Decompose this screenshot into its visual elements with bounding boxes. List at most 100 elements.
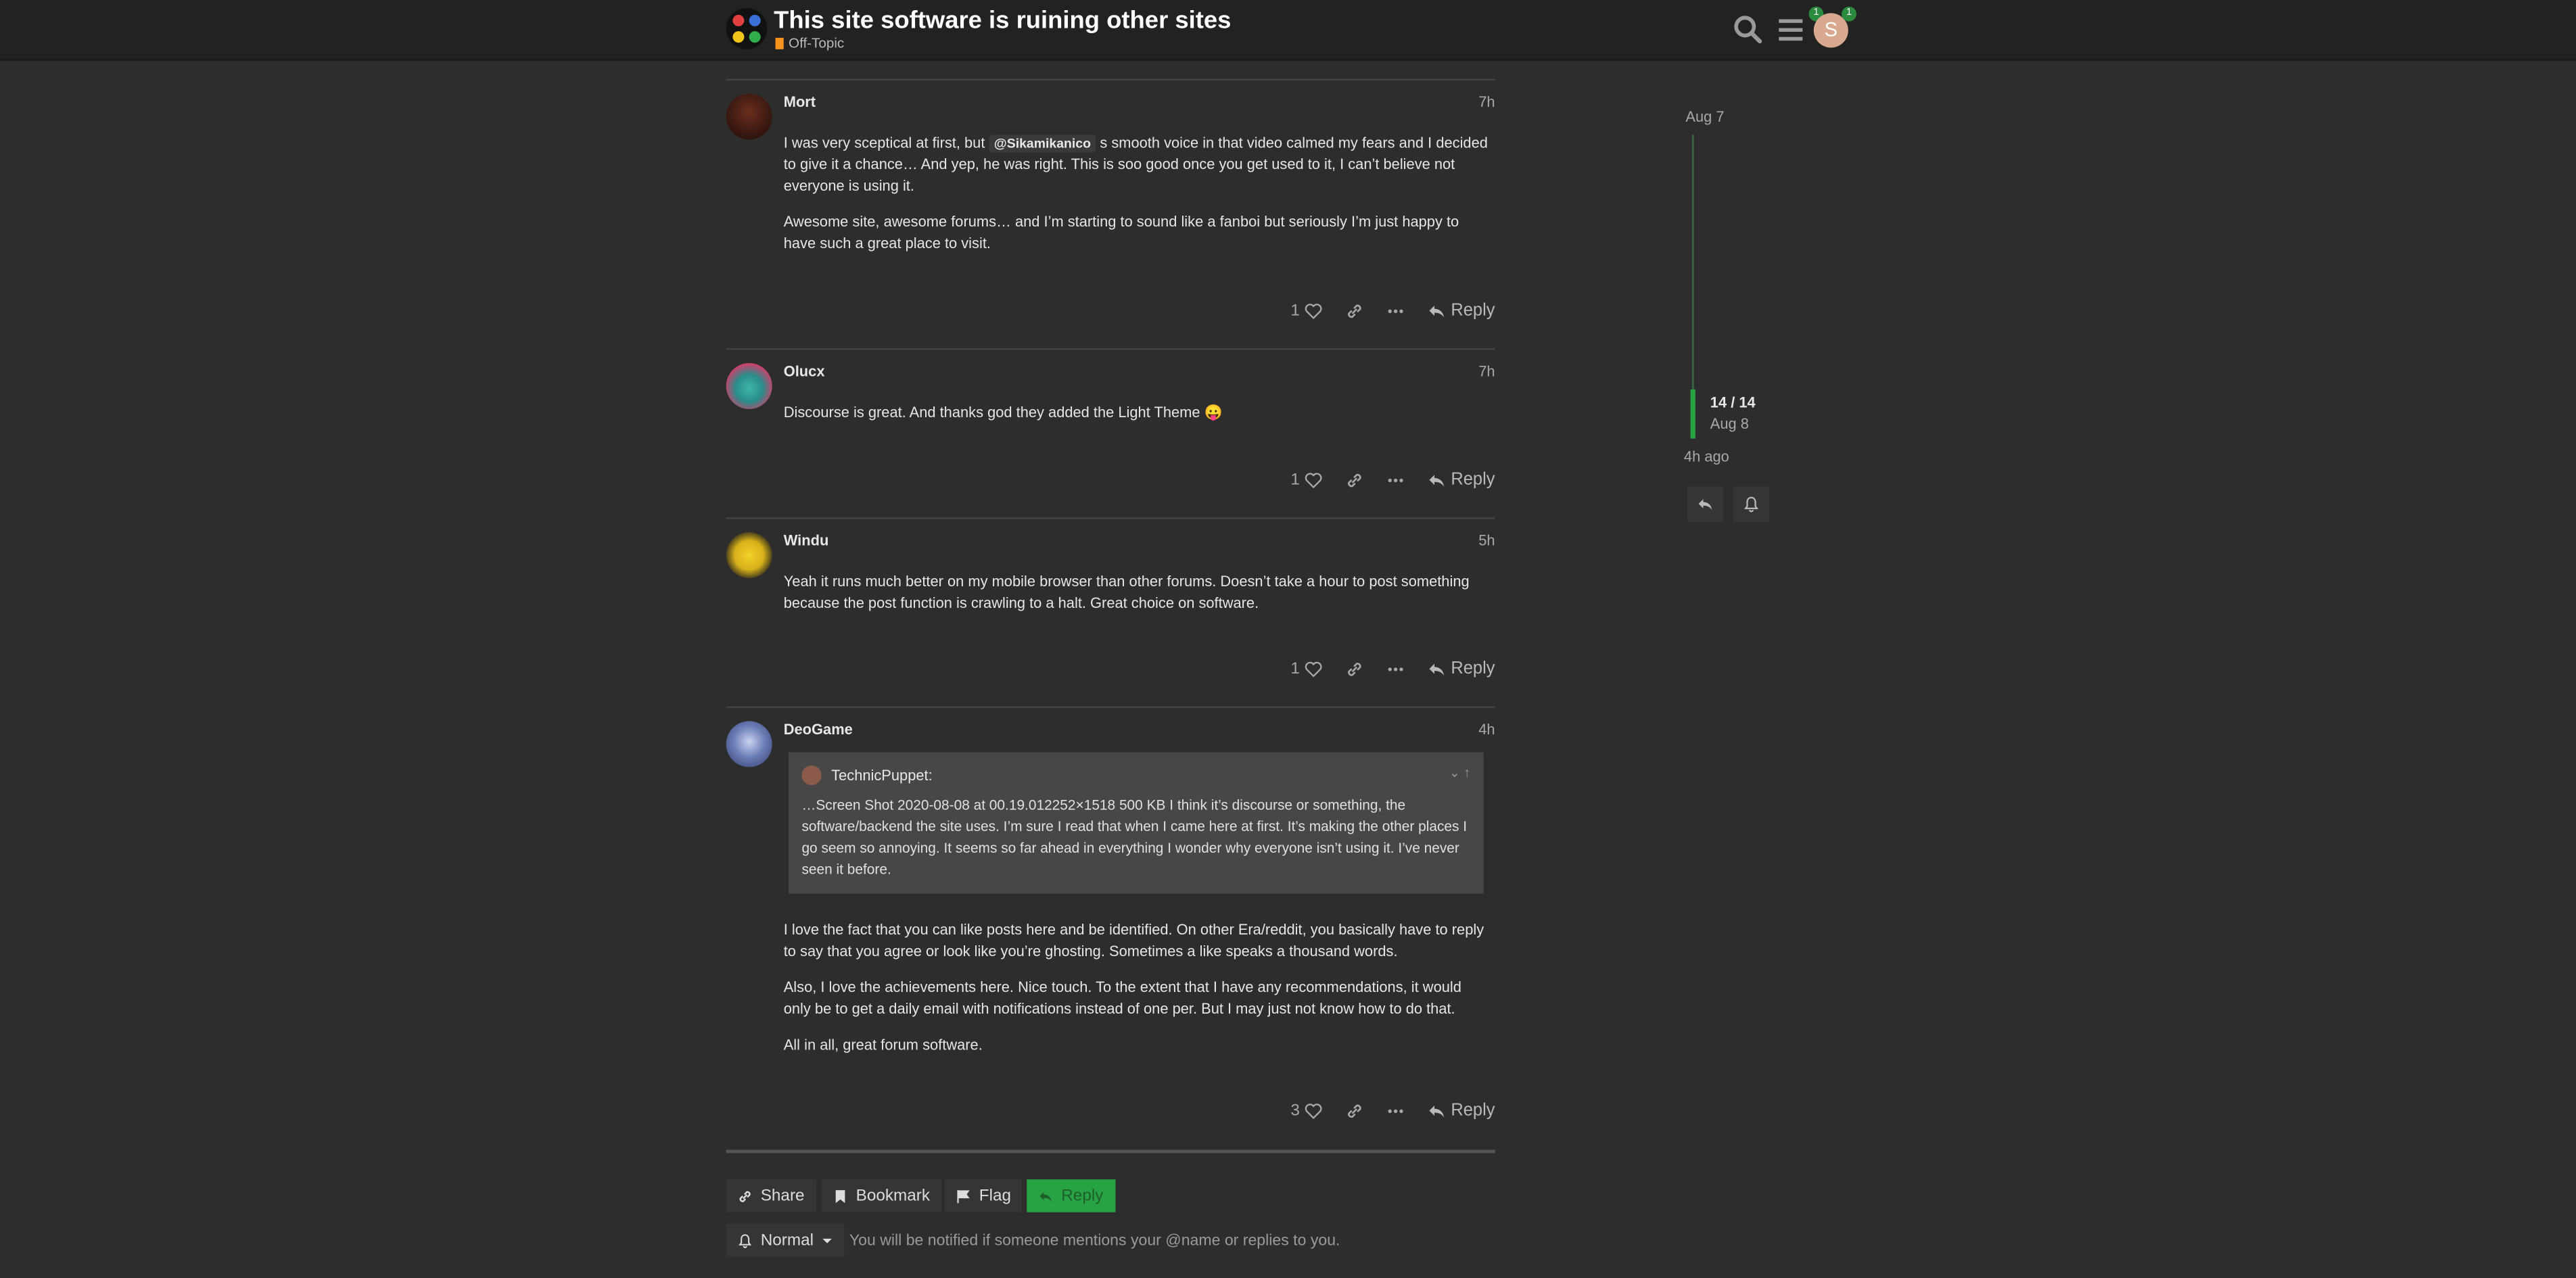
- reply-label: Reply: [1451, 1100, 1495, 1120]
- divider: [726, 78, 1495, 81]
- tongue-emoji: 😛: [1204, 404, 1223, 421]
- post-username[interactable]: Mort: [784, 93, 816, 110]
- post-username[interactable]: Olucx: [784, 363, 825, 379]
- site-header: This site software is ruining other site…: [0, 0, 2576, 61]
- timeline-start-date[interactable]: Aug 7: [1685, 108, 1724, 124]
- post: Olucx 7h Discourse is great. And thanks …: [726, 362, 1495, 511]
- timeline-reply-button[interactable]: [1687, 486, 1724, 523]
- like-button[interactable]: 1: [1290, 659, 1323, 678]
- reply-button[interactable]: Reply: [1428, 301, 1495, 321]
- reply-button[interactable]: Reply: [1428, 1101, 1495, 1120]
- topic-reply-button[interactable]: Reply: [1027, 1179, 1115, 1212]
- reply-label: Reply: [1451, 300, 1495, 321]
- category-label: Off-Topic: [789, 34, 845, 51]
- more-options-button[interactable]: [1387, 302, 1405, 320]
- notification-level-label: Normal: [760, 1231, 814, 1250]
- hamburger-menu-icon[interactable]: [1776, 15, 1806, 45]
- post-username[interactable]: DeoGame: [784, 721, 853, 737]
- ellipsis-icon: [1388, 1108, 1403, 1112]
- post-date[interactable]: 7h: [1478, 93, 1495, 110]
- like-button[interactable]: 1: [1290, 301, 1323, 320]
- search-icon[interactable]: [1733, 15, 1763, 45]
- notification-level-dropdown[interactable]: Normal: [726, 1223, 845, 1257]
- copy-link-button[interactable]: [1346, 302, 1364, 320]
- post-paragraph: I love the fact that you can like posts …: [783, 921, 1484, 960]
- post-body: Discourse is great. And thanks god they …: [784, 402, 1491, 438]
- reply-icon: [1698, 499, 1712, 511]
- share-button[interactable]: Share: [726, 1179, 816, 1212]
- post-date[interactable]: 4h: [1478, 721, 1495, 737]
- post-paragraph: All in all, great forum software.: [783, 1036, 983, 1054]
- more-options-button[interactable]: [1387, 1102, 1405, 1120]
- site-logo[interactable]: [726, 8, 768, 49]
- bell-icon: [1743, 496, 1759, 513]
- like-count: 1: [1290, 659, 1300, 678]
- post-paragraph: Yeah it runs much better on my mobile br…: [783, 573, 1470, 611]
- ellipsis-icon: [1388, 667, 1403, 671]
- reply-label: Reply: [1061, 1187, 1104, 1205]
- user-notification-badge: 1: [1842, 6, 1856, 22]
- post-text: Discourse is great. And thanks god they …: [783, 404, 1200, 421]
- quoted-post[interactable]: TechnicPuppet: ⌄ ↑ …Screen Shot 2020-08-…: [789, 752, 1484, 894]
- reply-icon: [1039, 1191, 1052, 1201]
- reply-label: Reply: [1451, 659, 1495, 679]
- bookmark-icon: [835, 1189, 845, 1203]
- category-color-swatch: [775, 37, 784, 49]
- avatar[interactable]: [726, 93, 772, 140]
- post-username[interactable]: Windu: [784, 532, 829, 548]
- quote-author: TechnicPuppet:: [831, 767, 933, 784]
- divider: [726, 517, 1495, 519]
- more-options-button[interactable]: [1387, 659, 1405, 678]
- avatar[interactable]: [726, 362, 772, 409]
- bookmark-label: Bookmark: [856, 1187, 930, 1205]
- timeline-notification-button[interactable]: [1733, 486, 1770, 523]
- divider: [726, 706, 1495, 708]
- link-icon: [1348, 304, 1361, 317]
- like-count: 1: [1290, 470, 1300, 489]
- link-icon: [739, 1190, 751, 1202]
- reply-icon: [1429, 473, 1445, 486]
- post-date[interactable]: 7h: [1478, 363, 1495, 379]
- reply-button[interactable]: Reply: [1428, 470, 1495, 490]
- post-paragraph: Awesome site, awesome forums… and I’m st…: [783, 213, 1459, 252]
- avatar[interactable]: [726, 532, 772, 579]
- divider: [726, 348, 1495, 350]
- timeline-scroll-track[interactable]: [1692, 135, 1694, 389]
- post-actions: 1 Reply: [1267, 301, 1495, 321]
- heart-icon: [1305, 472, 1322, 488]
- copy-link-button[interactable]: [1346, 471, 1364, 489]
- copy-link-button[interactable]: [1346, 1102, 1364, 1120]
- post-actions: 1 Reply: [1267, 659, 1495, 678]
- like-button[interactable]: 1: [1290, 471, 1323, 489]
- ellipsis-icon: [1388, 308, 1403, 312]
- user-mention[interactable]: @Sikamikanico: [989, 135, 1096, 153]
- bell-icon: [739, 1233, 752, 1248]
- copy-link-button[interactable]: [1346, 659, 1364, 678]
- caret-down-icon: [822, 1237, 833, 1243]
- quote-controls[interactable]: ⌄ ↑: [1449, 765, 1470, 780]
- timeline-last-activity[interactable]: 4h ago: [1684, 448, 1729, 465]
- more-options-button[interactable]: [1387, 471, 1405, 489]
- avatar[interactable]: [726, 721, 772, 767]
- timeline-position: 14 / 14: [1710, 394, 1756, 411]
- quote-avatar: [801, 765, 822, 786]
- reply-icon: [1429, 304, 1445, 317]
- link-icon: [1348, 661, 1361, 676]
- reply-button[interactable]: Reply: [1428, 659, 1495, 678]
- post-body: I love the fact that you can like posts …: [784, 920, 1491, 1070]
- post-date[interactable]: 5h: [1478, 532, 1495, 548]
- post-actions: 1 Reply: [1267, 470, 1495, 490]
- heart-icon: [1305, 661, 1322, 677]
- post: DeoGame 4h TechnicPuppet: ⌄ ↑ …Screen Sh…: [726, 721, 1495, 1139]
- like-count: 3: [1290, 1101, 1300, 1120]
- category-badge[interactable]: Off-Topic: [775, 34, 845, 51]
- topic-title[interactable]: This site software is ruining other site…: [774, 7, 1231, 34]
- reply-icon: [1429, 1104, 1445, 1117]
- bookmark-button[interactable]: Bookmark: [821, 1179, 941, 1212]
- like-button[interactable]: 3: [1290, 1101, 1323, 1120]
- flag-button[interactable]: Flag: [944, 1179, 1023, 1212]
- heart-icon: [1305, 1102, 1322, 1118]
- post: Windu 5h Yeah it runs much better on my …: [726, 532, 1495, 700]
- like-count: 1: [1290, 301, 1300, 320]
- timeline-scroll-handle[interactable]: [1690, 389, 1695, 439]
